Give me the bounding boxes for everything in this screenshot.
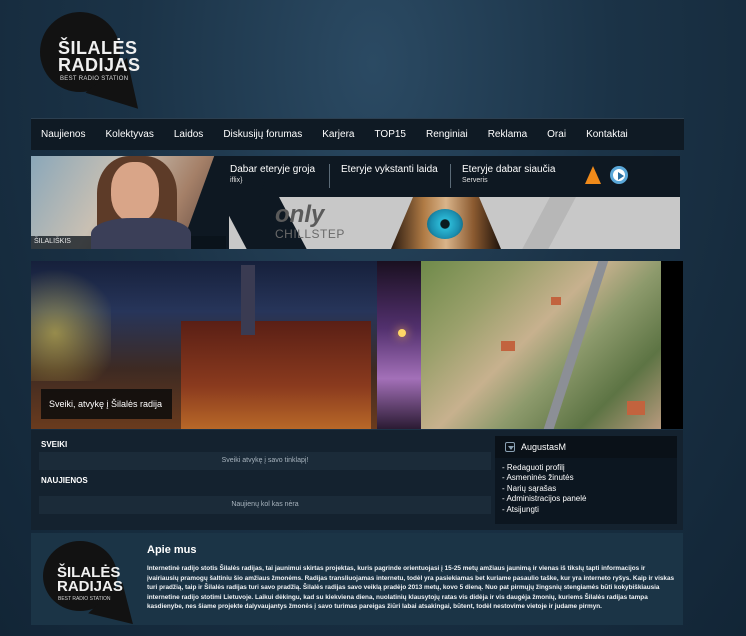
chevron-down-icon[interactable] <box>505 442 515 452</box>
user-link-members[interactable]: - Narių sąrašas <box>502 484 586 494</box>
play-icon[interactable] <box>610 166 628 184</box>
divider <box>450 164 451 188</box>
main-content: SVEIKI Sveiki atvykę į savo tinklapį! NA… <box>31 430 683 530</box>
user-link-edit-profile[interactable]: - Redaguoti profilį <box>502 463 586 473</box>
nav-item-naujienos[interactable]: Naujienos <box>41 129 85 140</box>
news-text: Naujienų kol kas nėra <box>39 496 491 514</box>
streaming-heading: Eteryje dabar siaučia <box>462 164 556 175</box>
vlc-icon[interactable] <box>585 166 601 184</box>
user-link-messages[interactable]: - Asmeninės žinutės <box>502 473 586 483</box>
current-show-heading: Eteryje vykstanti laida <box>341 164 438 175</box>
banner-word-chillstep: CHILLSTEP <box>275 227 345 241</box>
on-air-panel: ŠILALIŠKIS Dabar eteryje groja iflix} Et… <box>31 156 680 249</box>
chillstep-banner[interactable]: only CHILLSTEP <box>229 197 680 249</box>
about-title: Apie mus <box>147 544 197 556</box>
about-logo-tagline: BEST RADIO STATION <box>58 596 111 602</box>
welcome-text: Sveiki atvykę į savo tinklapį! <box>39 452 491 470</box>
about-text: Internetinė radijo stotis Šilalės radija… <box>147 565 675 611</box>
slide-street-lamp <box>398 329 406 337</box>
slide-roof <box>501 341 515 351</box>
now-playing-heading: Dabar eteryje groja <box>230 164 316 175</box>
about-logo-line2: RADIJAS <box>57 578 123 595</box>
slide-orange-wall <box>181 321 371 429</box>
streaming-now: Eteryje dabar siaučia Serveris <box>462 164 555 184</box>
slide-light-glow <box>31 261 111 381</box>
user-panel: AugustasM - Redaguoti profilį - Asmeninė… <box>495 436 677 524</box>
dj-face <box>111 162 159 222</box>
nav-item-reklama[interactable]: Reklama <box>488 129 527 140</box>
banner-word-only: only <box>275 201 325 228</box>
slide-roof <box>627 401 645 415</box>
banner-slash <box>515 197 579 249</box>
username: AugustasM <box>521 442 567 452</box>
main-nav: Naujienos Kolektyvas Laidos Diskusijų fo… <box>31 118 684 150</box>
divider <box>329 164 330 188</box>
nav-item-diskusiju-forumas[interactable]: Diskusijų forumas <box>223 129 302 140</box>
nav-item-kontaktai[interactable]: Kontaktai <box>586 129 628 140</box>
logo-line2: RADIJAS <box>58 55 141 75</box>
about-section: ŠILALĖS RADIJAS BEST RADIO STATION Apie … <box>31 533 683 636</box>
dj-label: ŠILALIŠKIS <box>34 238 71 245</box>
nav-item-orai[interactable]: Orai <box>547 129 566 140</box>
nav-item-laidos[interactable]: Laidos <box>174 129 203 140</box>
dj-body <box>91 218 191 249</box>
banner-iris <box>427 209 463 239</box>
user-link-admin-panel[interactable]: - Administracijos panelė <box>502 494 586 504</box>
logo-tagline: BEST RADIO STATION <box>60 76 129 82</box>
site-logo[interactable]: ŠILALĖS RADIJAS BEST RADIO STATION <box>40 12 158 128</box>
current-show: Eteryje vykstanti laida <box>341 164 438 175</box>
welcome-title: SVEIKI <box>41 440 68 449</box>
now-playing-value: iflix} <box>230 177 243 184</box>
slider-caption: Sveiki, atvykę į Šilalės radija <box>41 389 172 419</box>
slide-edge <box>661 261 683 429</box>
nav-item-kolektyvas[interactable]: Kolektyvas <box>105 129 153 140</box>
about-logo: ŠILALĖS RADIJAS BEST RADIO STATION <box>43 541 153 636</box>
now-playing: Dabar eteryje groja iflix} <box>230 164 315 184</box>
user-link-logout[interactable]: - Atsijungti <box>502 505 586 515</box>
streaming-value: Serveris <box>462 177 488 184</box>
nav-item-renginiai[interactable]: Renginiai <box>426 129 468 140</box>
nav-item-karjera[interactable]: Karjera <box>322 129 354 140</box>
slide-aerial-town <box>421 261 661 429</box>
slide-church-tower <box>241 265 255 335</box>
user-menu: - Redaguoti profilį - Asmeninės žinutės … <box>502 463 586 515</box>
news-title: NAUJIENOS <box>41 476 88 485</box>
slide-roof <box>551 297 561 305</box>
nav-item-top15[interactable]: TOP15 <box>374 129 406 140</box>
user-panel-header[interactable]: AugustasM <box>495 436 677 458</box>
